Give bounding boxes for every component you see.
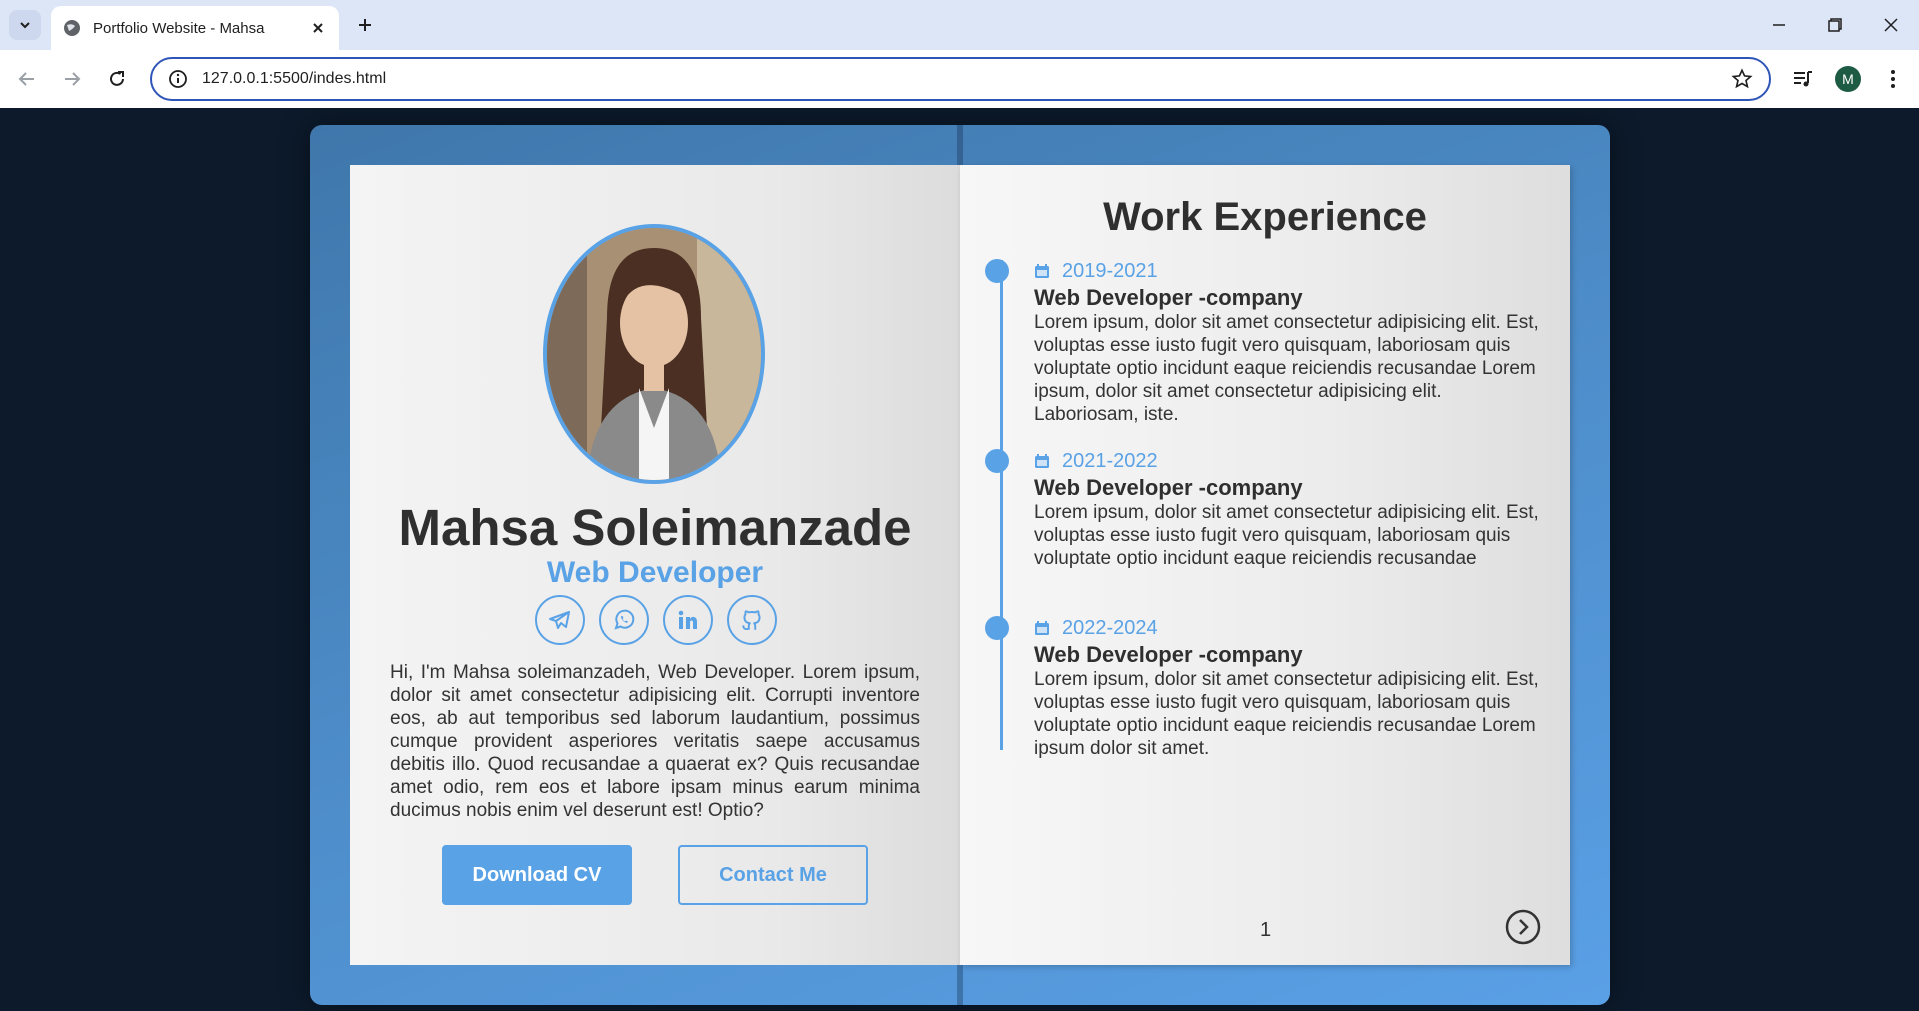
telegram-link[interactable] — [535, 595, 585, 645]
timeline-entry: 2019-2021 Web Developer -company Lorem i… — [985, 259, 1544, 426]
telegram-icon — [549, 611, 570, 629]
entry-job-title: Web Developer -company — [1034, 285, 1303, 310]
calendar-icon — [1035, 264, 1049, 278]
profile-button[interactable]: M — [1834, 65, 1862, 93]
entry-description: Lorem ipsum, dolor sit amet consectetur … — [1034, 502, 1539, 569]
profile-photo — [543, 224, 765, 484]
linkedin-link[interactable] — [663, 595, 713, 645]
github-link[interactable] — [727, 595, 777, 645]
new-tab-button[interactable] — [352, 12, 378, 38]
plus-icon — [359, 19, 371, 31]
github-icon — [742, 610, 761, 631]
chevron-right-circle-icon — [1505, 909, 1541, 945]
close-icon — [1884, 18, 1898, 32]
entry-date: 2021-2022 — [1034, 449, 1544, 473]
profile-bio: Hi, I'm Mahsa soleimanzadeh, Web Develop… — [390, 662, 920, 821]
entry-description: Lorem ipsum, dolor sit amet consectetur … — [1034, 312, 1539, 425]
arrow-right-icon — [65, 72, 81, 86]
reload-icon — [110, 71, 124, 86]
entry-date-text: 2021-2022 — [1062, 449, 1158, 472]
chevron-down-icon — [20, 22, 30, 29]
close-window-button[interactable] — [1863, 0, 1919, 50]
linkedin-icon — [678, 610, 697, 629]
profile-page: Mahsa Soleimanzade Web Developer Hi, I'm… — [350, 165, 960, 965]
entry-date-text: 2019-2021 — [1062, 259, 1158, 282]
menu-button[interactable] — [1879, 65, 1907, 93]
media-control-button[interactable] — [1789, 65, 1817, 93]
entry-job-title: Web Developer -company — [1034, 642, 1303, 667]
timeline-entry: 2021-2022 Web Developer -company Lorem i… — [985, 449, 1544, 570]
entry-date: 2019-2021 — [1034, 259, 1544, 283]
entry-date: 2022-2024 — [1034, 616, 1544, 640]
download-cv-button[interactable]: Download CV — [442, 845, 632, 905]
window-controls — [1751, 0, 1919, 50]
restore-button[interactable] — [1807, 0, 1863, 50]
timeline-entry: 2022-2024 Web Developer -company Lorem i… — [985, 616, 1544, 760]
avatar: M — [1835, 66, 1861, 92]
page-viewport: Mahsa Soleimanzade Web Developer Hi, I'm… — [0, 108, 1919, 1011]
more-vertical-icon — [1891, 70, 1895, 88]
contact-me-button[interactable]: Contact Me — [678, 845, 868, 905]
minimize-button[interactable] — [1751, 0, 1807, 50]
reload-button[interactable] — [104, 66, 130, 92]
back-button[interactable] — [14, 66, 40, 92]
timeline-dot — [985, 259, 1009, 283]
profile-role: Web Developer — [546, 556, 764, 589]
browser-tab[interactable]: Portfolio Website - Mahsa — [51, 6, 339, 50]
portfolio-book: Mahsa Soleimanzade Web Developer Hi, I'm… — [310, 125, 1610, 1005]
social-links — [535, 595, 777, 645]
tab-search-button[interactable] — [9, 10, 41, 40]
entry-job-title: Web Developer -company — [1034, 475, 1303, 500]
address-bar[interactable]: 127.0.0.1:5500/indes.html — [150, 57, 1771, 101]
site-info-icon[interactable] — [168, 69, 188, 89]
forward-button[interactable] — [59, 66, 85, 92]
close-icon[interactable] — [309, 19, 327, 37]
whatsapp-link[interactable] — [599, 595, 649, 645]
tab-title: Portfolio Website - Mahsa — [93, 19, 265, 37]
page-number: 1 — [1260, 919, 1272, 941]
minimize-icon — [1773, 24, 1785, 26]
profile-portrait-image — [547, 228, 761, 480]
browser-toolbar: 127.0.0.1:5500/indes.html M — [0, 50, 1919, 108]
entry-date-text: 2022-2024 — [1062, 616, 1158, 639]
profile-name: Mahsa Soleimanzade — [398, 499, 912, 556]
experience-page: Work Experience 2019-2021 Web Developer … — [960, 165, 1570, 965]
next-page-button[interactable] — [1504, 908, 1542, 946]
browser-tab-bar: Portfolio Website - Mahsa — [0, 0, 1919, 50]
experience-title: Work Experience — [1103, 195, 1427, 239]
whatsapp-icon — [614, 609, 635, 630]
url-text[interactable]: 127.0.0.1:5500/indes.html — [202, 70, 1731, 88]
timeline-dot — [985, 449, 1009, 473]
calendar-icon — [1035, 621, 1049, 635]
timeline-dot — [985, 616, 1009, 640]
restore-icon — [1828, 18, 1842, 32]
queue-music-icon — [1794, 71, 1812, 87]
star-icon[interactable] — [1731, 68, 1753, 90]
calendar-icon — [1035, 454, 1049, 468]
arrow-left-icon — [18, 72, 34, 86]
timeline-line — [1000, 260, 1003, 750]
entry-description: Lorem ipsum, dolor sit amet consectetur … — [1034, 669, 1539, 759]
globe-icon — [64, 20, 80, 36]
